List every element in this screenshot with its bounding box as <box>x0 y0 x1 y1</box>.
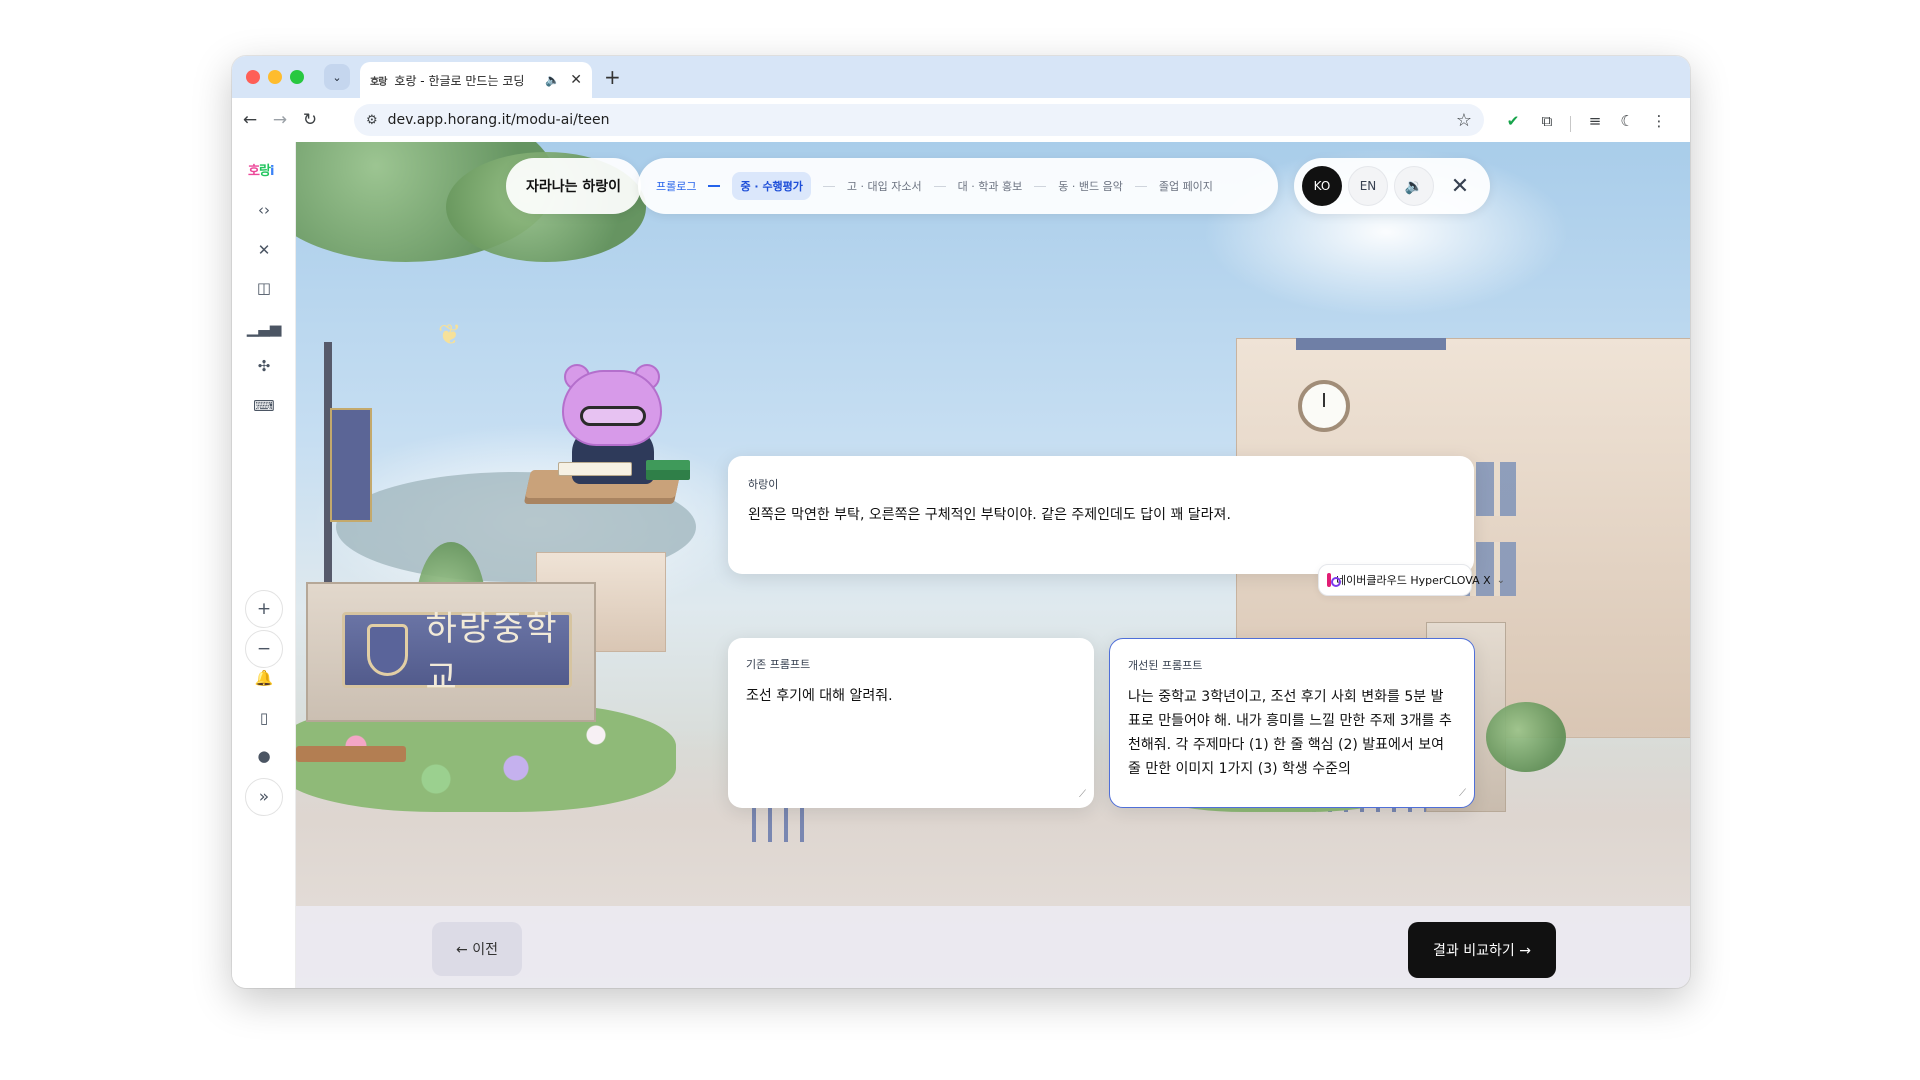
lesson-title-chip[interactable]: 자라나는 하랑이 <box>506 158 642 214</box>
keyboard-icon[interactable]: ⌨ <box>250 392 278 420</box>
site-info-icon[interactable]: ⚙ <box>366 113 378 128</box>
school-banner <box>330 408 372 522</box>
step-connector <box>708 185 721 187</box>
open-book-icon <box>558 462 632 476</box>
puzzle-icon[interactable]: ✣ <box>250 352 278 380</box>
compare-results-button[interactable]: 결과 비교하기 → <box>1408 922 1556 978</box>
speaker-name: 하랑이 <box>748 478 779 491</box>
user-icon[interactable]: ● <box>250 742 278 770</box>
profile-icon[interactable]: ☾ <box>1616 110 1638 132</box>
improved-prompt-textarea[interactable]: 나는 중학교 3학년이고, 조선 후기 사회 변화를 5분 발표로 만들어야 해… <box>1128 685 1456 785</box>
original-prompt-card[interactable]: 기존 프롬프트 조선 후기에 대해 알려줘. ⟋ <box>728 638 1094 808</box>
model-selector[interactable]: 네이버클라우드 HyperCLOVA X ⌄ <box>1318 564 1505 596</box>
zoom-out-button[interactable]: − <box>245 630 283 668</box>
step-graduation[interactable]: 졸업 페이지 <box>1159 178 1213 194</box>
box-icon[interactable]: ◫ <box>250 274 278 302</box>
new-tab-button[interactable]: + <box>604 66 621 88</box>
tab-strip: ⌄ 호랑 호랑 - 한글로 만드는 코딩 🔈 ✕ + <box>232 56 1690 98</box>
step-band-music[interactable]: 동 · 밴드 음악 <box>1058 178 1123 194</box>
original-prompt-textarea[interactable]: 조선 후기에 대해 알려줘. <box>746 684 1076 784</box>
step-university[interactable]: 대 · 학과 홍보 <box>958 178 1023 194</box>
school-crest-icon <box>367 624 408 676</box>
bookmark-star-icon[interactable]: ☆ <box>1456 110 1472 131</box>
zoom-in-button[interactable]: + <box>245 590 283 628</box>
bench <box>296 746 406 762</box>
expand-sidebar-icon[interactable]: » <box>245 778 283 816</box>
more-menu-icon[interactable]: ⋮ <box>1648 110 1670 132</box>
tab-title: 호랑 - 한글로 만드는 코딩 <box>394 73 525 88</box>
code-icon[interactable]: ‹› <box>250 196 278 224</box>
sound-icon[interactable]: 🔉 <box>1394 166 1434 206</box>
close-window-button[interactable] <box>246 70 260 84</box>
model-name: 네이버클라우드 HyperCLOVA X <box>1336 574 1491 587</box>
tab-search-chevron-icon[interactable]: ⌄ <box>324 64 350 90</box>
school-roof <box>1296 338 1446 350</box>
lesson-stage: 하랑중학교 ❦ 자라나는 하랑이 프롤로그 중 · 수행평가 고 · 대입 자소… <box>296 142 1690 988</box>
speech-text: 왼쪽은 막연한 부탁, 오른쪽은 구체적인 부탁이야. 같은 주제인데도 답이 … <box>748 507 1231 523</box>
improved-prompt-card[interactable]: 개선된 프롬프트 나는 중학교 3학년이고, 조선 후기 사회 변화를 5분 발… <box>1109 638 1475 808</box>
address-bar[interactable]: ⚙ dev.app.horang.it/modu-ai/teen ☆ <box>354 104 1484 136</box>
bell-icon[interactable]: 🔔 <box>250 664 278 692</box>
close-icon[interactable]: ✕ <box>1440 166 1480 206</box>
shield-extension-icon[interactable]: ✔ <box>1502 110 1524 132</box>
hyperclova-logo-icon <box>1327 573 1341 587</box>
school-name-text: 하랑중학교 <box>425 609 559 698</box>
lang-ko-button[interactable]: KO <box>1302 166 1342 206</box>
speaker-icon[interactable]: 🔈 <box>545 73 560 87</box>
horang-logo[interactable]: 호랑i <box>248 160 275 179</box>
step-prologue[interactable]: 프롤로그 <box>656 178 696 194</box>
tools-icon[interactable]: ✕ <box>250 236 278 264</box>
url-text[interactable]: dev.app.horang.it/modu-ai/teen <box>388 112 1456 128</box>
harang-mascot <box>525 364 690 514</box>
glasses-icon <box>580 406 646 426</box>
resize-handle-icon[interactable]: ⟋ <box>1459 788 1466 799</box>
app-sidebar: 호랑i ‹› ✕ ◫ ▁▃▅ ✣ ⌨ + − 🔔 ▯ ● » <box>232 142 296 988</box>
browser-window: ⌄ 호랑 호랑 - 한글로 만드는 코딩 🔈 ✕ + ← → ↻ ⚙ dev.a… <box>232 56 1690 988</box>
maximize-window-button[interactable] <box>290 70 304 84</box>
reload-icon[interactable]: ↻ <box>298 108 322 132</box>
minimize-window-button[interactable] <box>268 70 282 84</box>
improved-prompt-label: 개선된 프롬프트 <box>1128 659 1203 672</box>
step-middle-school[interactable]: 중 · 수행평가 <box>732 172 811 200</box>
step-connector <box>1034 185 1047 187</box>
lang-en-button[interactable]: EN <box>1348 166 1388 206</box>
door-icon[interactable]: ▯ <box>250 704 278 732</box>
clock-icon <box>1298 380 1350 432</box>
bottom-nav-bar: ← 이전 결과 비교하기 → <box>296 906 1690 988</box>
browser-tab-active[interactable]: 호랑 호랑 - 한글로 만드는 코딩 🔈 ✕ <box>360 62 592 98</box>
tab-close-icon[interactable]: ✕ <box>570 72 582 88</box>
chevron-down-icon: ⌄ <box>1496 574 1506 586</box>
chart-icon[interactable]: ▁▃▅ <box>247 314 282 342</box>
school-name-sign: 하랑중학교 <box>342 609 572 698</box>
speech-bubble: 하랑이 왼쪽은 막연한 부탁, 오른쪽은 구체적인 부탁이야. 같은 주제인데도… <box>728 456 1474 574</box>
media-queue-icon[interactable]: ≡ <box>1584 110 1606 132</box>
step-connector <box>822 185 835 187</box>
step-connector <box>1134 185 1147 187</box>
favicon-icon: 호랑 <box>370 76 387 88</box>
shrub <box>1486 702 1566 772</box>
original-prompt-label: 기존 프롬프트 <box>746 658 811 671</box>
toolbar-divider <box>1570 116 1571 132</box>
extensions-puzzle-icon[interactable]: ⧉ <box>1536 110 1558 132</box>
step-high-school[interactable]: 고 · 대입 자소서 <box>847 178 922 194</box>
butterfly-icon: ❦ <box>438 318 462 351</box>
resize-handle-icon[interactable]: ⟋ <box>1079 789 1086 800</box>
lesson-stepper: 프롤로그 중 · 수행평가 고 · 대입 자소서 대 · 학과 홍보 동 · 밴… <box>638 158 1278 214</box>
back-arrow-icon[interactable]: ← <box>238 108 262 132</box>
book-stack-icon <box>646 460 690 480</box>
step-connector <box>933 185 946 187</box>
stage-controls: KO EN 🔉 ✕ <box>1294 158 1490 214</box>
browser-toolbar: ← → ↻ ⚙ dev.app.horang.it/modu-ai/teen ☆… <box>232 98 1690 142</box>
prev-button[interactable]: ← 이전 <box>432 922 522 976</box>
forward-arrow-icon[interactable]: → <box>268 108 292 132</box>
